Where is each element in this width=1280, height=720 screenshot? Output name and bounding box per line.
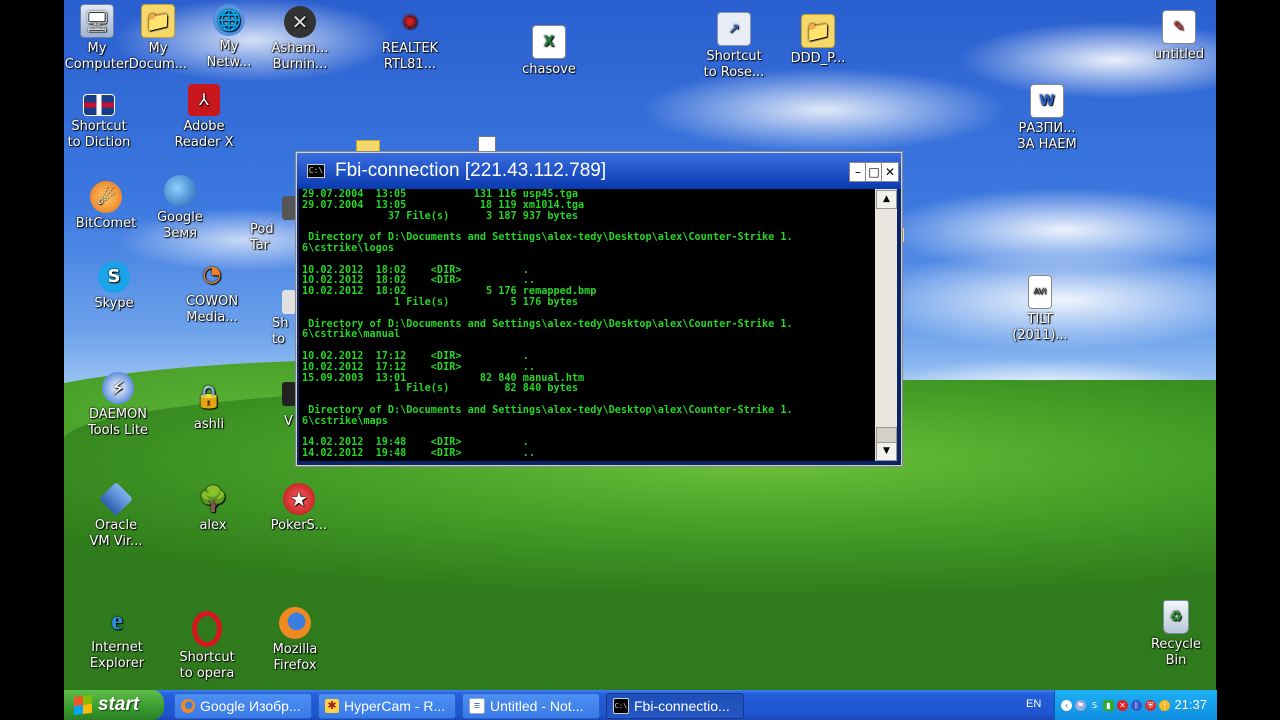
console-text: 29.07.2004 13:05 131 116 usp45.tga 29.07… [302, 189, 793, 460]
shortcut-icon: ↗ [717, 12, 751, 46]
ie-icon: e [111, 606, 123, 635]
desktop-icon-skype[interactable]: S Skype [66, 261, 162, 312]
shield-icon[interactable]: ⛨ [1145, 699, 1156, 711]
scroll-down-button[interactable]: ▼ [876, 442, 897, 461]
taskbar-button-fbi-connection[interactable]: C:\ Fbi-connectio... [606, 693, 744, 719]
folder-icon: 📁 [801, 14, 835, 48]
network-icon[interactable]: ⚑ [1075, 699, 1086, 711]
desktop-icon-opera[interactable]: Shortcut to opera [159, 611, 255, 682]
desktop-icon-daemon-tools[interactable]: ⚡ DAEMON Tools Lite [70, 372, 166, 439]
right-black-bar [1216, 0, 1280, 720]
bluetooth-icon[interactable]: ᛒ [1131, 699, 1142, 711]
console-output[interactable]: 29.07.2004 13:05 131 116 usp45.tga 29.07… [299, 189, 875, 461]
firefox-icon [181, 699, 195, 713]
taskbar: start Google Изобр... ✱ HyperCam - R... … [64, 690, 1217, 720]
cowon-icon: ◔ [202, 262, 222, 287]
adobe-reader-icon: ⅄ [188, 84, 220, 116]
shortcut-icon [282, 382, 296, 406]
word-doc-icon: W [1030, 84, 1064, 118]
shortcut-icon [282, 290, 296, 314]
desktop-icon-tilt[interactable]: AVI TILT (2011)... [992, 275, 1088, 344]
scroll-thumb[interactable] [876, 427, 897, 443]
virtualbox-icon [99, 482, 133, 516]
desktop-icon-ashli[interactable]: 🔒 ashli [161, 382, 257, 433]
taskbar-button-hypercam[interactable]: ✱ HyperCam - R... [318, 693, 456, 719]
console-icon: C:\ [307, 164, 325, 178]
bitcomet-icon: ☄ [90, 181, 122, 213]
start-button[interactable]: start [64, 690, 164, 720]
pokerstars-icon: ★ [283, 483, 315, 515]
tree-icon: 🌳 [198, 485, 228, 513]
google-earth-icon [164, 175, 196, 207]
daemon-tools-icon: ⚡ [102, 372, 134, 404]
console-scrollbar[interactable]: ▲ ▼ [875, 189, 897, 461]
firefox-icon [279, 607, 311, 639]
desktop-icon-chasove[interactable]: X chasove [501, 25, 597, 78]
network-icon: 🌐 [213, 4, 245, 36]
clock[interactable]: 21:37 [1174, 697, 1207, 712]
console-window[interactable]: C:\ Fbi-connection [221.43.112.789] – □ … [296, 152, 902, 466]
paint-icon: ✎ [1162, 10, 1196, 44]
console-icon: C:\ [613, 698, 629, 714]
left-black-bar [0, 0, 64, 720]
realtek-icon: ✺ [401, 10, 419, 34]
desktop-icon-google-earth[interactable]: Google Земя [132, 175, 228, 242]
language-indicator[interactable]: EN [1026, 698, 1041, 710]
console-title: Fbi-connection [221.43.112.789] [335, 160, 607, 181]
start-label: start [98, 694, 140, 715]
skype-icon[interactable]: S [1089, 699, 1100, 711]
windows-logo-icon [74, 694, 92, 716]
notepad-icon: ≡ [469, 698, 485, 714]
signal-icon[interactable]: ▮ [1103, 699, 1114, 711]
my-computer-icon: 🖥 [80, 4, 114, 38]
desktop-icon-oracle-vm[interactable]: Oracle VM Vir... [68, 482, 164, 550]
desktop-icon-recycle-bin[interactable]: ♻ Recycle Bin [1128, 600, 1216, 669]
desktop-icon-razpiska[interactable]: W РАЗПИ... ЗА НАЕМ [999, 84, 1095, 153]
desktop-icon-untitled[interactable]: ✎ untitled [1131, 10, 1216, 63]
taskbar-button-google-images[interactable]: Google Изобр... [174, 693, 312, 719]
security-icon[interactable]: ✕ [1117, 699, 1128, 711]
hypercam-icon: ✱ [325, 699, 339, 713]
tray-arrow-icon[interactable]: ‹ [1061, 699, 1072, 711]
burning-app-icon: ✕ [284, 6, 316, 38]
scroll-up-button[interactable]: ▲ [876, 190, 897, 209]
lock-icon: 🔒 [195, 385, 223, 410]
desktop-icon-alex[interactable]: 🌳 alex [165, 483, 261, 534]
desktop-icon-shortcut-rose[interactable]: ↗ Shortcut to Rose... [686, 12, 782, 81]
update-icon[interactable]: ! [1159, 699, 1170, 711]
desktop-icon-shortcut-diction[interactable]: Shortcut to Diction [64, 94, 147, 151]
recycle-bin-icon: ♻ [1163, 600, 1189, 634]
desktop-icon-cowon[interactable]: ◔ COWON Media... [164, 259, 260, 326]
desktop-icon-firefox[interactable]: Mozilla Firefox [247, 607, 343, 674]
desktop-icon-ashampoo[interactable]: ✕ Asham... Burnin... [252, 6, 348, 73]
desktop-icon-partial-pod[interactable]: Pod Tar [250, 222, 290, 254]
skype-icon: S [98, 261, 130, 293]
desktop-icon-internet-explorer[interactable]: e Internet Explorer [69, 605, 165, 672]
desktop-icon-realtek[interactable]: ✺ REALTEK RTL81... [362, 6, 458, 73]
shortcut-icon [282, 196, 296, 220]
console-title-bar[interactable]: C:\ Fbi-connection [221.43.112.789] – □ … [297, 153, 901, 189]
avi-file-icon: AVI [1028, 275, 1052, 309]
excel-icon: X [532, 25, 566, 59]
desktop-icon-adobe-reader[interactable]: ⅄ Adobe Reader X [156, 84, 252, 151]
close-button[interactable]: ✕ [881, 162, 899, 182]
folder-icon: 📁 [141, 4, 175, 38]
desktop-icon-ddd[interactable]: 📁 DDD_P... [770, 14, 866, 67]
opera-icon [192, 611, 222, 647]
taskbar-button-notepad[interactable]: ≡ Untitled - Not... [462, 693, 600, 719]
system-tray: ‹ ⚑ S ▮ ✕ ᛒ ⛨ ! 21:37 [1054, 690, 1217, 720]
desktop-icon-pokerstars[interactable]: ★ PokerS... [251, 483, 347, 534]
uk-flag-icon [83, 94, 115, 116]
